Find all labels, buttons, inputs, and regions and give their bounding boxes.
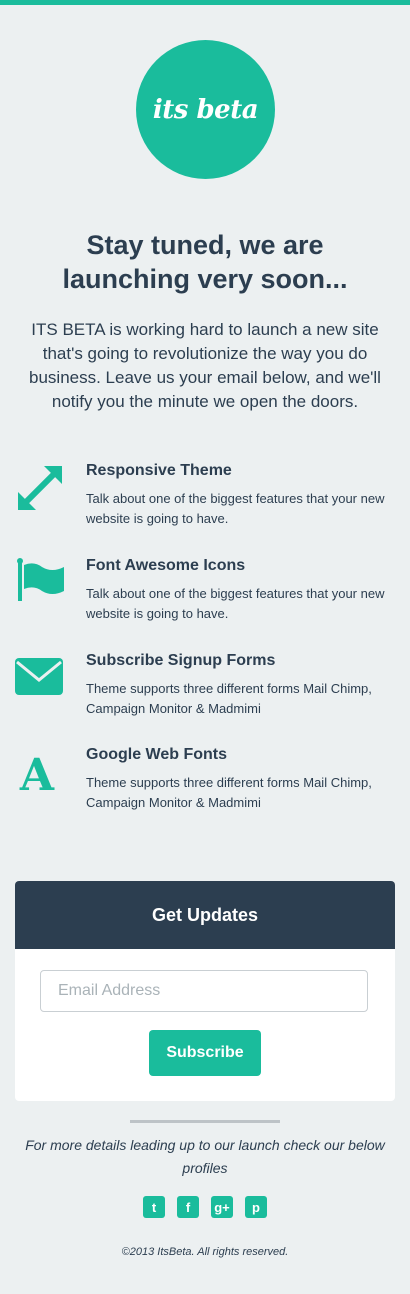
envelope-icon bbox=[14, 652, 66, 704]
subscribe-button[interactable]: Subscribe bbox=[149, 1030, 261, 1076]
social-links: t f g+ p bbox=[143, 1196, 273, 1220]
feature-text: Theme supports three different forms Mai… bbox=[86, 775, 372, 810]
twitter-icon[interactable]: t bbox=[143, 1196, 165, 1218]
divider bbox=[130, 1120, 280, 1123]
feature-title: Google Web Fonts bbox=[86, 746, 228, 763]
signup-card-title: Get Updates bbox=[15, 881, 395, 949]
facebook-icon[interactable]: f bbox=[177, 1196, 199, 1218]
footer-details: For more details leading up to our launc… bbox=[25, 1137, 385, 1176]
svg-text:A: A bbox=[19, 750, 55, 798]
feature-text: Theme supports three different forms Mai… bbox=[86, 681, 372, 716]
logo-text: its beta bbox=[152, 94, 259, 125]
top-accent-bar bbox=[0, 0, 410, 5]
resize-arrows-icon bbox=[14, 462, 66, 514]
headline: Stay tuned, we are launching very soon..… bbox=[62, 230, 348, 294]
feature-text: Talk about one of the biggest features t… bbox=[86, 491, 385, 526]
feature-title: Subscribe Signup Forms bbox=[86, 652, 276, 669]
feature-font-awesome-icons: Font Awesome Icons Talk about one of the… bbox=[0, 557, 410, 637]
pinterest-icon[interactable]: p bbox=[245, 1196, 267, 1218]
logo: its beta bbox=[136, 40, 275, 179]
feature-subscribe-signup-forms: Subscribe Signup Forms Theme supports th… bbox=[0, 652, 410, 732]
feature-text: Talk about one of the biggest features t… bbox=[86, 586, 385, 621]
lead-text: ITS BETA is working hard to launch a new… bbox=[29, 320, 381, 411]
font-icon: A bbox=[14, 746, 66, 801]
feature-title: Responsive Theme bbox=[86, 462, 232, 479]
signup-card: Get Updates Subscribe bbox=[15, 881, 395, 1101]
feature-title: Font Awesome Icons bbox=[86, 557, 246, 574]
feature-responsive-theme: Responsive Theme Talk about one of the b… bbox=[0, 462, 410, 542]
copyright: ©2013 ItsBeta. All rights reserved. bbox=[121, 1246, 289, 1258]
email-input[interactable] bbox=[40, 970, 368, 1012]
flag-icon bbox=[14, 557, 66, 609]
google-plus-icon[interactable]: g+ bbox=[211, 1196, 233, 1218]
feature-google-web-fonts: A Google Web Fonts Theme supports three … bbox=[0, 746, 410, 826]
